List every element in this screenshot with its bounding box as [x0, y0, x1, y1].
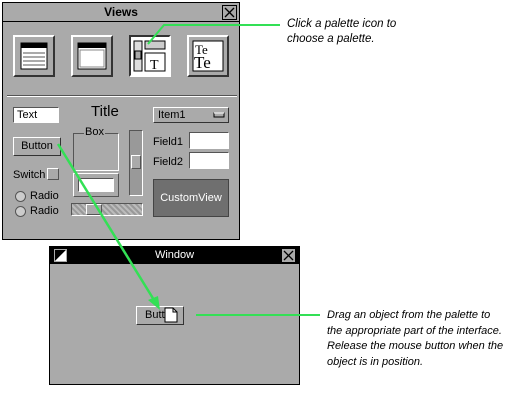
- palette-callout: Click a palette icon to choose a palette…: [287, 17, 467, 47]
- palette-callout-line-1: Click a palette icon to: [287, 18, 397, 30]
- palette-callout-line-2: choose a palette.: [287, 33, 375, 45]
- drag-callout-line-2: the appropriate part of the interface.: [327, 324, 502, 337]
- drag-arrow-head: [148, 296, 160, 310]
- drag-callout-line-1: Drag an object from the palette to: [327, 309, 491, 321]
- palette-callout-line: [147, 24, 280, 45]
- drag-arrow-line: [56, 143, 156, 301]
- drag-callout-line-4: object is in position.: [327, 355, 423, 368]
- drag-callout-line-3: Release the mouse button when the: [327, 340, 504, 352]
- drag-callout: Drag an object from the palette to the a…: [327, 308, 521, 370]
